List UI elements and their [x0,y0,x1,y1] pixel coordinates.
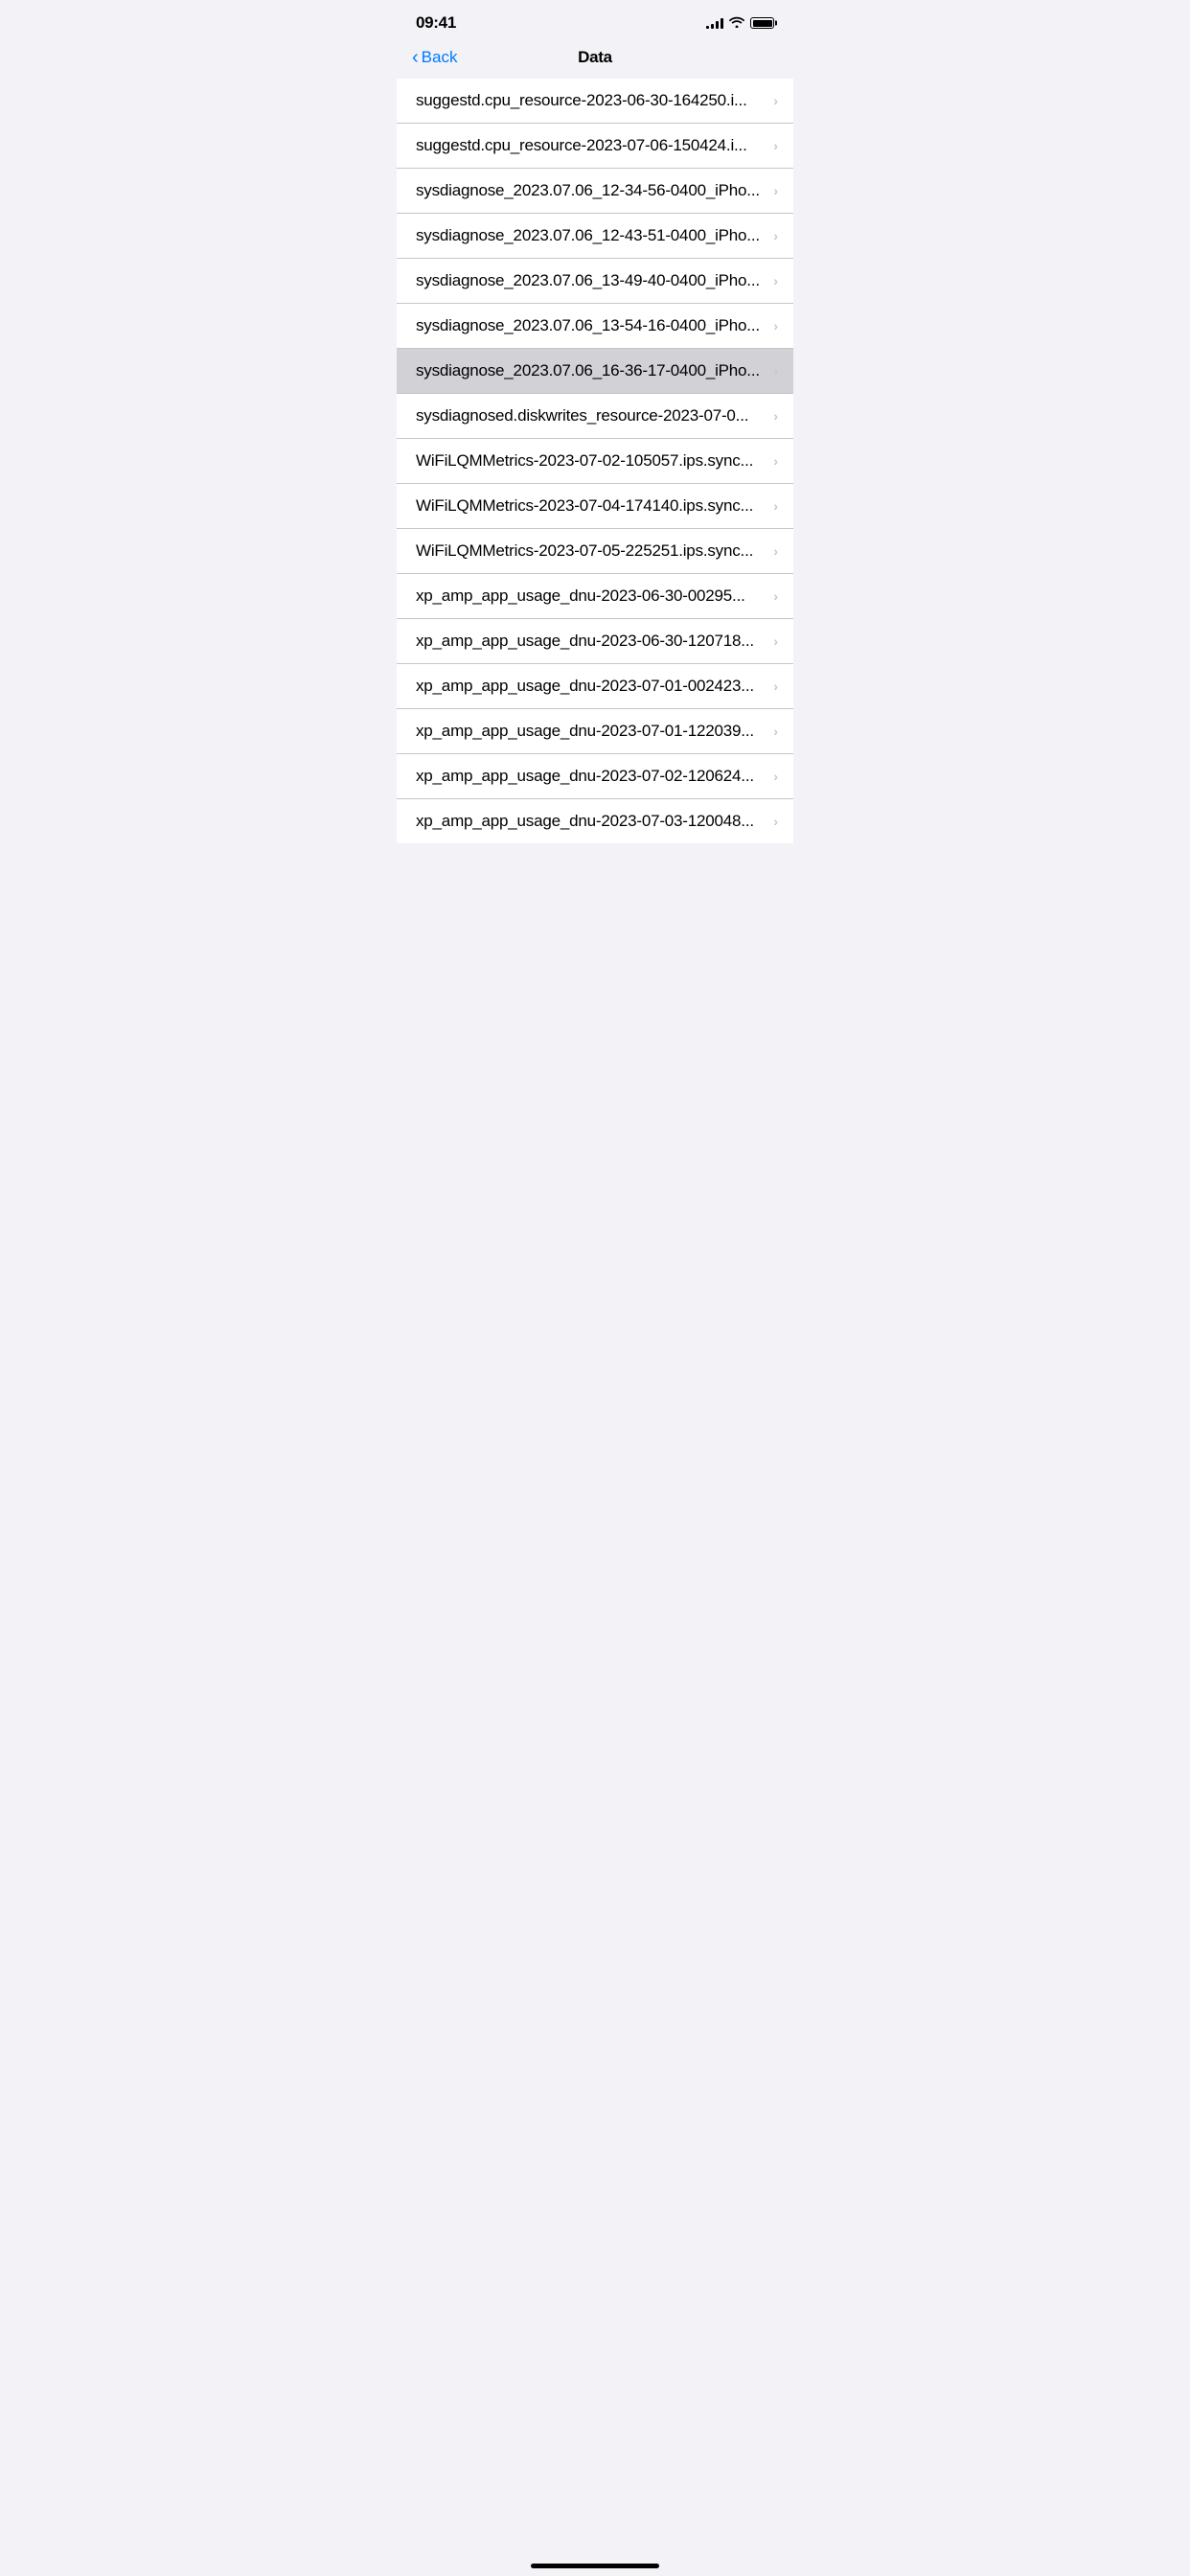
list-item-label: sysdiagnose_2023.07.06_16-36-17-0400_iPh… [416,361,766,380]
chevron-right-icon: › [773,498,778,514]
chevron-right-icon: › [773,363,778,379]
list-item-label: suggestd.cpu_resource-2023-06-30-164250.… [416,91,766,110]
list-item-label: WiFiLQMMetrics-2023-07-04-174140.ips.syn… [416,496,766,516]
list-item-label: sysdiagnose_2023.07.06_13-54-16-0400_iPh… [416,316,766,335]
list-item[interactable]: suggestd.cpu_resource-2023-07-06-150424.… [397,124,793,169]
list-item-label: WiFiLQMMetrics-2023-07-05-225251.ips.syn… [416,541,766,561]
list-item-label: xp_amp_app_usage_dnu-2023-07-01-002423..… [416,677,766,696]
list-item-label: sysdiagnose_2023.07.06_12-43-51-0400_iPh… [416,226,766,245]
list-item[interactable]: suggestd.cpu_resource-2023-06-30-164250.… [397,79,793,124]
chevron-right-icon: › [773,318,778,334]
list-item-label: WiFiLQMMetrics-2023-07-02-105057.ips.syn… [416,451,766,471]
list-item-label: suggestd.cpu_resource-2023-07-06-150424.… [416,136,766,155]
chevron-right-icon: › [773,183,778,198]
list-item[interactable]: sysdiagnose_2023.07.06_12-34-56-0400_iPh… [397,169,793,214]
list-item[interactable]: xp_amp_app_usage_dnu-2023-06-30-120718..… [397,619,793,664]
back-chevron-icon: ‹ [412,48,419,67]
list-item[interactable]: sysdiagnose_2023.07.06_12-43-51-0400_iPh… [397,214,793,259]
chevron-right-icon: › [773,814,778,829]
chevron-right-icon: › [773,408,778,424]
list-item-label: xp_amp_app_usage_dnu-2023-07-01-122039..… [416,722,766,741]
list-item[interactable]: sysdiagnose_2023.07.06_16-36-17-0400_iPh… [397,349,793,394]
list-item[interactable]: sysdiagnose_2023.07.06_13-54-16-0400_iPh… [397,304,793,349]
list-item-label: xp_amp_app_usage_dnu-2023-06-30-00295... [416,586,766,606]
list-item[interactable]: xp_amp_app_usage_dnu-2023-06-30-00295...… [397,574,793,619]
home-indicator [531,2564,659,2568]
list-item[interactable]: sysdiagnosed.diskwrites_resource-2023-07… [397,394,793,439]
status-time: 09:41 [416,13,456,33]
list-item[interactable]: xp_amp_app_usage_dnu-2023-07-01-122039..… [397,709,793,754]
list-item[interactable]: sysdiagnose_2023.07.06_13-49-40-0400_iPh… [397,259,793,304]
chevron-right-icon: › [773,724,778,739]
chevron-right-icon: › [773,633,778,649]
status-bar: 09:41 [397,0,793,40]
back-label: Back [422,48,458,67]
chevron-right-icon: › [773,228,778,243]
chevron-right-icon: › [773,453,778,469]
list-item[interactable]: xp_amp_app_usage_dnu-2023-07-01-002423..… [397,664,793,709]
list-item-label: xp_amp_app_usage_dnu-2023-07-02-120624..… [416,767,766,786]
list-item-label: sysdiagnose_2023.07.06_13-49-40-0400_iPh… [416,271,766,290]
nav-bar: ‹ Back Data [397,40,793,79]
chevron-right-icon: › [773,543,778,559]
chevron-right-icon: › [773,138,778,153]
list-item-label: sysdiagnose_2023.07.06_12-34-56-0400_iPh… [416,181,766,200]
bottom-bar [397,2543,793,2576]
list-item[interactable]: WiFiLQMMetrics-2023-07-02-105057.ips.syn… [397,439,793,484]
list-item[interactable]: xp_amp_app_usage_dnu-2023-07-03-120048..… [397,799,793,843]
list-item[interactable]: WiFiLQMMetrics-2023-07-04-174140.ips.syn… [397,484,793,529]
list-item[interactable]: xp_amp_app_usage_dnu-2023-07-02-120624..… [397,754,793,799]
chevron-right-icon: › [773,769,778,784]
signal-icon [706,17,723,29]
list-item-label: sysdiagnosed.diskwrites_resource-2023-07… [416,406,766,426]
page-title: Data [578,48,612,67]
list-item-label: xp_amp_app_usage_dnu-2023-06-30-120718..… [416,632,766,651]
file-list: suggestd.cpu_resource-2023-06-30-164250.… [397,79,793,843]
chevron-right-icon: › [773,588,778,604]
wifi-icon [729,15,744,31]
list-item[interactable]: WiFiLQMMetrics-2023-07-05-225251.ips.syn… [397,529,793,574]
chevron-right-icon: › [773,273,778,288]
chevron-right-icon: › [773,93,778,108]
status-icons [706,15,774,31]
battery-icon [750,17,774,29]
back-button[interactable]: ‹ Back [412,48,457,67]
list-item-label: xp_amp_app_usage_dnu-2023-07-03-120048..… [416,812,766,831]
chevron-right-icon: › [773,678,778,694]
